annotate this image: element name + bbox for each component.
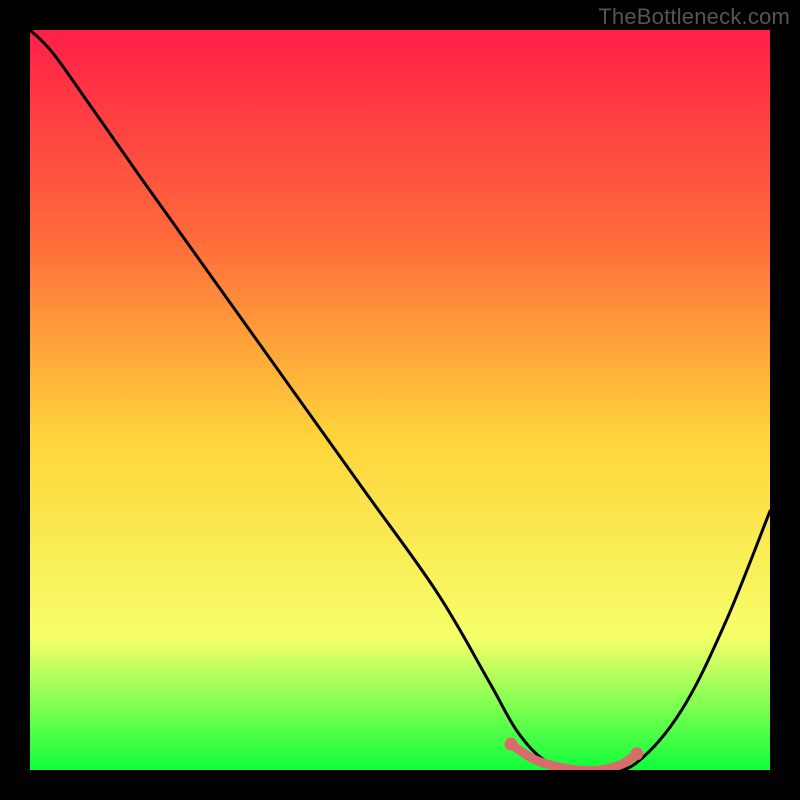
plot-area [30, 30, 770, 770]
optimal-range-end-dot [630, 747, 643, 760]
gradient-background [30, 30, 770, 770]
plot-svg [30, 30, 770, 770]
watermark-label: TheBottleneck.com [598, 4, 790, 30]
optimal-range-start-dot [505, 738, 518, 751]
chart-frame: TheBottleneck.com [0, 0, 800, 800]
